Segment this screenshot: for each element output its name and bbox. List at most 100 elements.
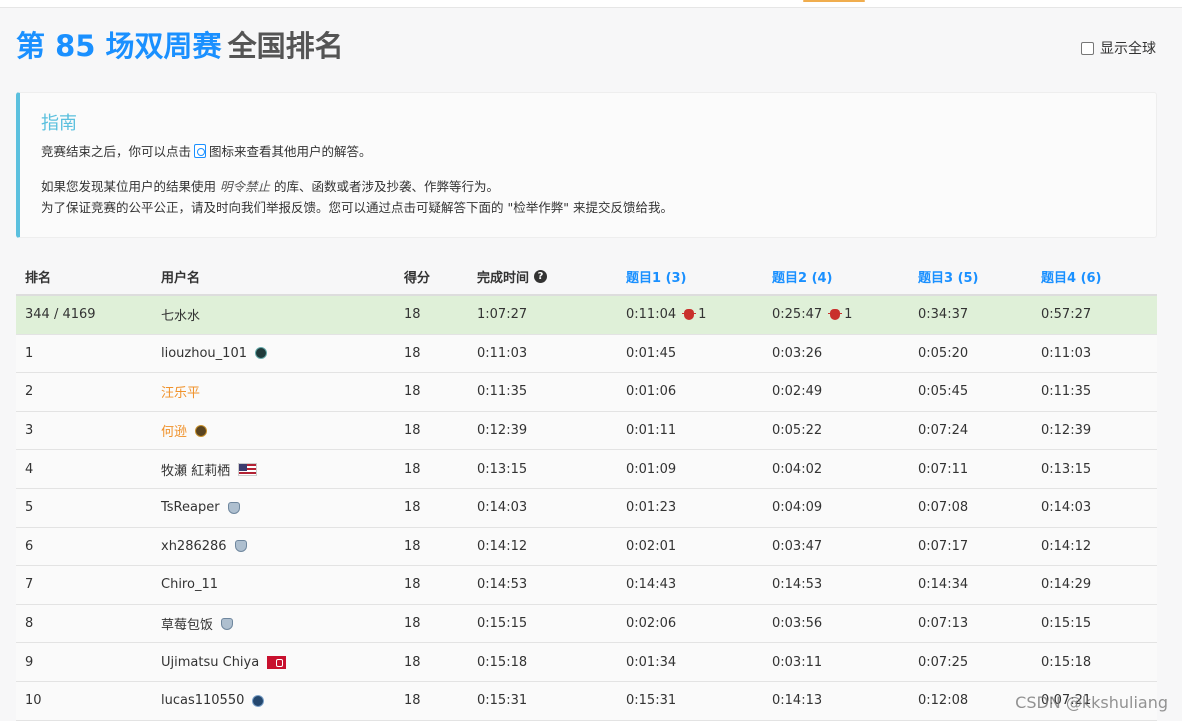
table-row: 6 xh286286 18 0:14:12 0:02:01 0:03:47 0:… xyxy=(16,527,1157,567)
finish-time-cell: 0:12:39 xyxy=(477,423,528,439)
user-link[interactable]: 草莓包饭 xyxy=(161,614,213,633)
q2-cell: 0:14:53 xyxy=(772,577,823,593)
q3-cell: 0:07:25 xyxy=(918,654,969,670)
q3-cell: 0:12:08 xyxy=(918,693,969,709)
rank-cell: 3 xyxy=(25,423,34,439)
q1-cell: 0:14:43 xyxy=(626,577,677,593)
ac-badge-icon xyxy=(255,347,267,360)
q1-cell: 0:11:04 1 xyxy=(617,296,763,334)
q1-time: 0:11:04 xyxy=(626,307,677,323)
table-row: 10 lucas110550 18 0:15:31 0:15:31 0:14:1… xyxy=(16,681,1157,721)
user-link[interactable]: lucas110550 xyxy=(161,693,244,708)
header-q3-link[interactable]: 题目3 (5) xyxy=(909,258,1032,294)
q1-cell: 0:15:31 xyxy=(626,693,677,709)
question-circle-icon[interactable]: ? xyxy=(534,269,548,283)
show-global-checkbox[interactable] xyxy=(1081,41,1094,55)
q1-cell: 0:01:09 xyxy=(626,461,677,477)
user-link[interactable]: Chiro_11 xyxy=(152,566,395,604)
q3-cell: 0:07:08 xyxy=(918,500,969,516)
q2-cell: 0:14:13 xyxy=(772,693,823,709)
q4-cell: 0:11:03 xyxy=(1041,345,1092,361)
knight-badge-icon xyxy=(221,617,234,630)
header-q4-link[interactable]: 题目4 (6) xyxy=(1032,258,1157,294)
q4-cell: 0:14:29 xyxy=(1041,577,1092,593)
user-link[interactable]: liouzhou_101 xyxy=(161,346,247,361)
rank-cell: 2 xyxy=(25,384,34,400)
header-q1-link[interactable]: 题目1 (3) xyxy=(617,258,763,294)
rank-cell: 1 xyxy=(25,345,34,361)
user-link[interactable]: Ujimatsu Chiya xyxy=(161,655,259,670)
q3-cell: 0:34:37 xyxy=(918,307,969,323)
page-title: 第 85 场双周赛 全国排名 xyxy=(16,27,344,65)
top-nav-bar xyxy=(0,0,1182,8)
score-cell: 18 xyxy=(404,423,421,439)
table-row: 9 Ujimatsu Chiya 18 0:15:18 0:01:34 0:03… xyxy=(16,643,1157,682)
my-rank-row: 344 / 4169 七水水 18 1:07:27 0:11:04 1 0:25:… xyxy=(16,296,1157,335)
guide-line-solutions: 竞赛结束之后，你可以点击 图标来查看其他用户的解答。 xyxy=(41,143,372,161)
score-cell: 18 xyxy=(404,384,421,400)
header-time-label: 完成时间 xyxy=(477,270,530,286)
score-cell: 18 xyxy=(404,538,421,554)
q1-cell: 0:02:01 xyxy=(626,538,677,554)
q3-cell: 0:05:45 xyxy=(918,384,969,400)
user-link[interactable]: 汪乐平 xyxy=(152,373,395,411)
score-cell: 18 xyxy=(404,693,421,709)
guide-line-rules: 如果您发现某位用户的结果使用 明令禁止 的库、函数或者涉及抄袭、作弊等行为。 xyxy=(41,178,499,196)
guide-text: 竞赛结束之后，你可以点击 xyxy=(41,144,192,159)
watermark: CSDN @kkshuliang xyxy=(1015,693,1168,712)
q2-cell: 0:03:47 xyxy=(772,538,823,554)
user-link[interactable]: xh286286 xyxy=(161,539,227,554)
q4-cell: 0:11:35 xyxy=(1041,384,1092,400)
country-flag-icon xyxy=(267,655,287,669)
user-link[interactable]: 牧瀬 紅莉栖 xyxy=(161,460,230,479)
score-cell: 18 xyxy=(404,307,421,323)
table-row: 5 TsReaper 18 0:14:03 0:01:23 0:04:09 0:… xyxy=(16,488,1157,528)
rank-cell: 8 xyxy=(25,616,34,632)
rank-cell: 6 xyxy=(25,538,34,554)
finish-time-cell: 0:13:15 xyxy=(477,461,528,477)
header-rank: 排名 xyxy=(25,270,52,286)
q2-cell: 0:04:02 xyxy=(772,461,823,477)
guide-text: 如果您发现某位用户的结果使用 xyxy=(41,179,217,194)
table-row: 1 liouzhou_101 18 0:11:03 0:01:45 0:03:2… xyxy=(16,334,1157,374)
table-row: 7 Chiro_11 18 0:14:53 0:14:43 0:14:53 0:… xyxy=(16,566,1157,605)
knight-badge-icon xyxy=(227,501,240,514)
q1-cell: 0:02:06 xyxy=(626,616,677,632)
bug-icon xyxy=(828,309,843,321)
q1-bug-count: 1 xyxy=(698,307,707,323)
user-cell: 牧瀬 紅莉栖 xyxy=(152,450,395,488)
contest-title-link[interactable]: 第 85 场双周赛 xyxy=(16,29,222,63)
finish-time-cell: 0:15:18 xyxy=(477,654,528,670)
prohibited-link[interactable]: 明令禁止 xyxy=(220,179,270,194)
user-cell: 何逊 xyxy=(152,412,395,450)
header-score: 得分 xyxy=(404,270,431,286)
user-cell: xh286286 xyxy=(152,528,395,566)
q1-cell: 0:01:45 xyxy=(626,345,677,361)
user-link[interactable]: 何逊 xyxy=(161,421,187,440)
table-row: 8 草莓包饭 18 0:15:15 0:02:06 0:03:56 0:07:1… xyxy=(16,604,1157,644)
user-link[interactable]: 七水水 xyxy=(152,296,395,334)
q2-cell: 0:04:09 xyxy=(772,500,823,516)
q4-cell: 0:14:03 xyxy=(1041,500,1092,516)
guide-line-report: 为了保证竞赛的公平公正，请及时向我们举报反馈。您可以通过点击可疑解答下面的 "检… xyxy=(41,200,673,215)
ranking-label: 全国排名 xyxy=(227,29,344,63)
guide-text: 图标来查看其他用户的解答。 xyxy=(209,144,372,159)
doc-icon xyxy=(194,144,207,158)
q4-cell: 0:14:12 xyxy=(1041,538,1092,554)
q1-cell: 0:01:06 xyxy=(626,384,677,400)
q2-cell: 0:03:56 xyxy=(772,616,823,632)
show-global-toggle[interactable]: 显示全球 xyxy=(1081,38,1156,58)
q4-cell: 0:15:18 xyxy=(1041,654,1092,670)
user-link[interactable]: TsReaper xyxy=(161,500,220,515)
finish-time-cell: 0:14:03 xyxy=(477,500,528,516)
header-q2-link[interactable]: 题目2 (4) xyxy=(763,258,909,294)
bug-icon xyxy=(682,309,697,321)
q3-cell: 0:07:13 xyxy=(918,616,969,632)
guide-title: 指南 xyxy=(41,113,77,134)
q1-cell: 0:01:23 xyxy=(626,500,677,516)
table-header: 排名 用户名 得分 完成时间? 题目1 (3) 题目2 (4) 题目3 (5) … xyxy=(16,258,1157,296)
finish-time-cell: 0:11:03 xyxy=(477,345,528,361)
us-flag-icon xyxy=(238,462,258,476)
table-row: 4 牧瀬 紅莉栖 18 0:13:15 0:01:09 0:04:02 0:07… xyxy=(16,450,1157,489)
guide-text: 的库、函数或者涉及抄袭、作弊等行为。 xyxy=(274,179,500,194)
